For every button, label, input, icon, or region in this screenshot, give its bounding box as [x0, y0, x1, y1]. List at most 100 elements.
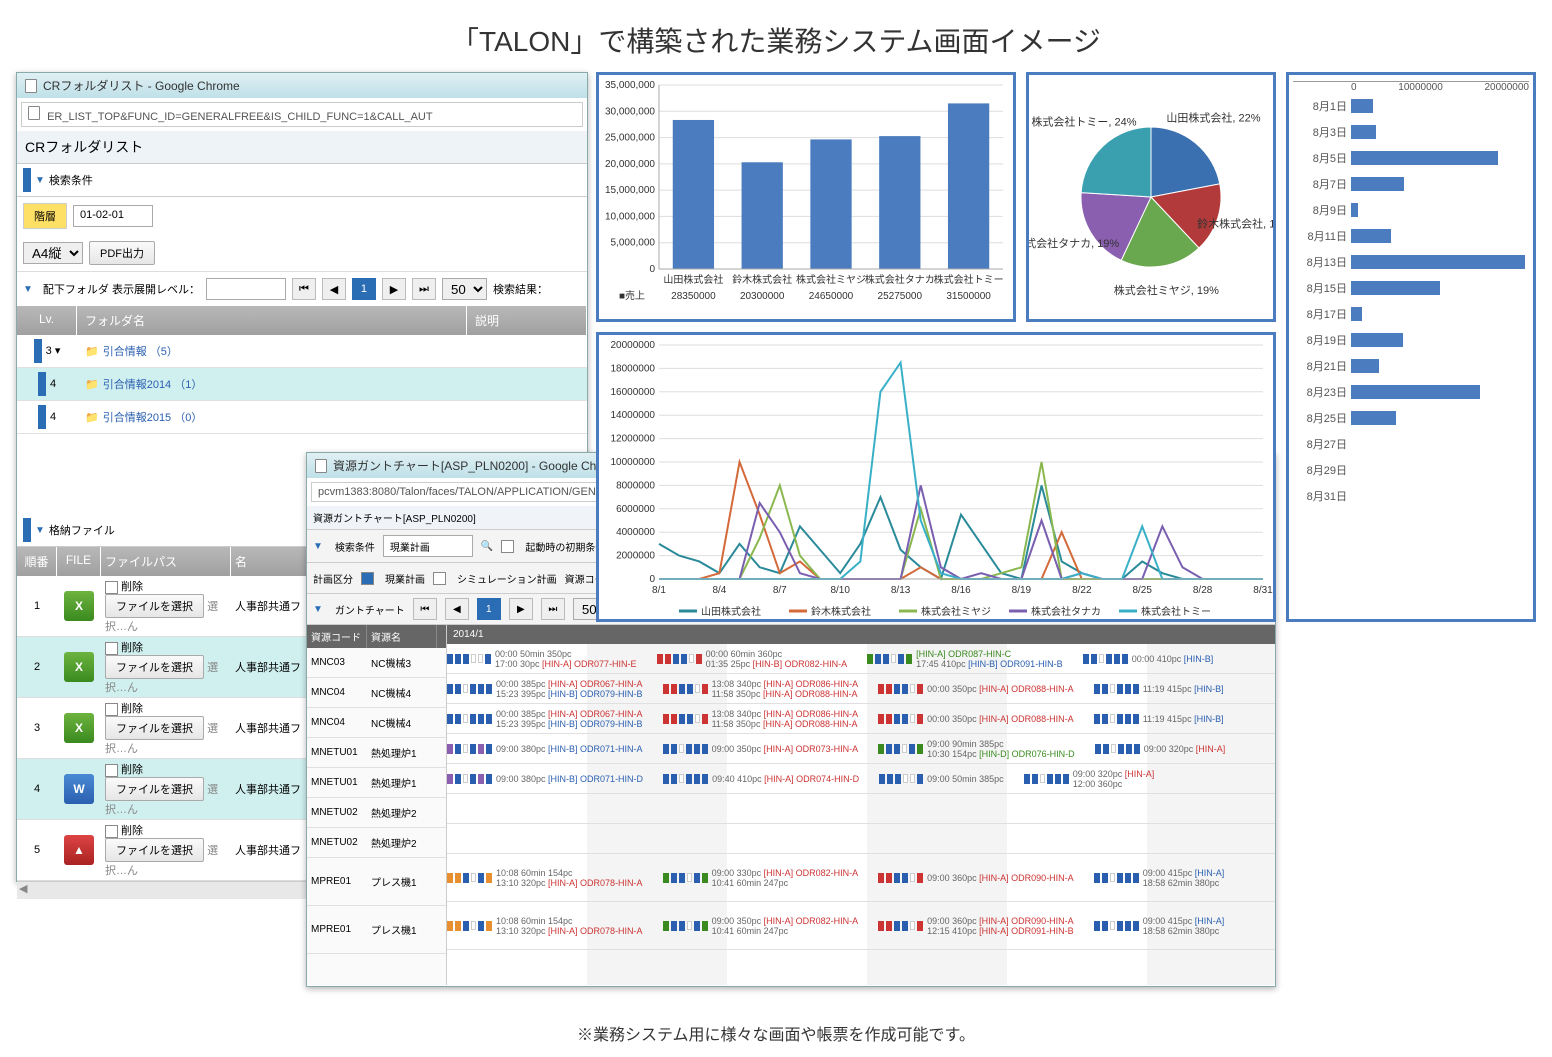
svg-text:8/4: 8/4: [712, 585, 726, 596]
doc-icon[interactable]: W: [64, 774, 94, 804]
page-icon: [25, 79, 37, 93]
svg-text:株式会社タナカ: 株式会社タナカ: [1031, 605, 1101, 618]
hbar-row: 8月11日: [1293, 223, 1529, 249]
gantt-lane[interactable]: 10:08 60min 154pc13:10 320pc [HIN-A] ODR…: [447, 854, 1275, 902]
svg-text:8/10: 8/10: [830, 585, 850, 596]
gantt-left-pane: 資源コード 資源名 MNC03NC機械3MNC04NC機械4MNC04NC機械4…: [307, 625, 447, 985]
gantt-date-header: 2014/1: [447, 625, 1275, 644]
svg-text:4000000: 4000000: [616, 527, 655, 538]
gantt-resource-row: MPRE01プレス機1: [307, 858, 446, 906]
search-icon[interactable]: 🔍: [481, 541, 493, 552]
svg-text:株式会社トミー, 24%: 株式会社トミー, 24%: [1031, 115, 1136, 129]
pager-next[interactable]: ▶: [509, 598, 533, 620]
choose-file-button[interactable]: ファイルを選択: [105, 655, 204, 679]
svg-text:8/7: 8/7: [773, 585, 787, 596]
line-chart: 0200000040000006000000800000010000000120…: [599, 335, 1273, 619]
pager-last[interactable]: ⏭: [412, 278, 436, 300]
delete-checkbox[interactable]: [105, 642, 118, 655]
gantt-lane[interactable]: 00:00 50min 350pc17:00 30pc [HIN-A] ODR0…: [447, 644, 1275, 674]
gantt-resource-row: MNETU01熱処理炉1: [307, 768, 446, 798]
delete-checkbox[interactable]: [105, 703, 118, 716]
blue-marker: [23, 168, 31, 192]
svg-text:31500000: 31500000: [946, 291, 991, 302]
pager-prev[interactable]: ◀: [322, 278, 346, 300]
line-chart-panel: 0200000040000006000000800000010000000120…: [596, 332, 1276, 622]
hbar-row: 8月29日: [1293, 457, 1529, 483]
url-icon: [28, 106, 40, 120]
hbar-row: 8月25日: [1293, 405, 1529, 431]
gantt-lane[interactable]: 00:00 385pc [HIN-A] ODR067-HIN-A15:23 39…: [447, 674, 1275, 704]
col-name: フォルダ名: [77, 306, 467, 335]
pager-last[interactable]: ⏭: [541, 598, 565, 620]
paper-select[interactable]: A4縦: [23, 242, 83, 264]
search-label: 検索条件: [49, 172, 93, 188]
pdf-icon[interactable]: ▲: [64, 835, 94, 865]
url-text: pcvm1383:8080/Talon/faces/TALON/APPLICAT…: [318, 486, 631, 498]
gantt-lane[interactable]: 09:00 380pc [HIN-B] ODR071-HIN-A 09:00 3…: [447, 734, 1275, 764]
hbar-row: 8月21日: [1293, 353, 1529, 379]
svg-text:株式会社トミー: 株式会社トミー: [934, 273, 1004, 286]
file-section-label: 格納ファイル: [49, 522, 115, 538]
delete-checkbox[interactable]: [105, 764, 118, 777]
level-input[interactable]: 01-02-01: [73, 205, 153, 227]
svg-text:8000000: 8000000: [616, 480, 655, 491]
gantt-resource-row: MNC03NC機械3: [307, 648, 446, 678]
xls-icon[interactable]: X: [64, 652, 94, 682]
pager-first[interactable]: ⏮: [413, 598, 437, 620]
pager-prev[interactable]: ◀: [445, 598, 469, 620]
xls-icon[interactable]: X: [64, 591, 94, 621]
plan-chk2-label: シミュレーション計画: [457, 571, 557, 586]
pdf-button[interactable]: PDF出力: [89, 241, 155, 265]
startup-checkbox[interactable]: [501, 540, 514, 553]
gantt-lane[interactable]: [447, 824, 1275, 854]
folder-row[interactable]: 4 📁引合情報2014 （1）: [17, 368, 587, 401]
svg-text:山田株式会社: 山田株式会社: [701, 605, 761, 618]
choose-file-button[interactable]: ファイルを選択: [105, 838, 204, 862]
search-input[interactable]: 現業計画: [383, 535, 473, 557]
hbar-row: 8月19日: [1293, 327, 1529, 353]
chevron-down-icon: ▼: [313, 541, 323, 552]
search-label: 検索条件: [335, 539, 375, 554]
col-idx: 順番: [17, 547, 57, 576]
plan-chk1[interactable]: [361, 572, 374, 585]
gantt-resource-row: MPRE01プレス機1: [307, 906, 446, 954]
pager-first[interactable]: ⏮: [292, 278, 316, 300]
choose-file-button[interactable]: ファイルを選択: [105, 777, 204, 801]
col-res-name: 資源名: [367, 625, 437, 648]
svg-text:鈴木株式会社: 鈴木株式会社: [732, 273, 792, 286]
search-bar[interactable]: ▼ 検索条件: [17, 164, 587, 197]
svg-text:株式会社トミー: 株式会社トミー: [1141, 605, 1211, 618]
chevron-down-icon: ▼: [35, 525, 45, 536]
page-size-select[interactable]: 50: [442, 278, 487, 300]
chrome-url[interactable]: ER_LIST_TOP&FUNC_ID=GENERALFREE&IS_CHILD…: [21, 102, 583, 127]
plan-chk1-label: 現業計画: [385, 571, 425, 586]
choose-file-button[interactable]: ファイルを選択: [105, 594, 204, 618]
folder-row[interactable]: 4 📁引合情報2015 （0）: [17, 401, 587, 434]
gantt-lane[interactable]: [447, 794, 1275, 824]
gantt-resource-row: MNETU01熱処理炉1: [307, 738, 446, 768]
gantt-right-pane[interactable]: 2014/1 00:00 50min 350pc17:00 30pc [HIN-…: [447, 625, 1275, 985]
svg-text:0: 0: [649, 574, 655, 585]
choose-file-button[interactable]: ファイルを選択: [105, 716, 204, 740]
svg-text:8/31: 8/31: [1253, 585, 1273, 596]
delete-checkbox[interactable]: [105, 581, 118, 594]
svg-text:24650000: 24650000: [809, 291, 854, 302]
svg-text:8/25: 8/25: [1132, 585, 1152, 596]
plan-chk2[interactable]: [433, 572, 446, 585]
expand-input[interactable]: [206, 278, 286, 300]
gantt-lane[interactable]: 10:08 60min 154pc13:10 320pc [HIN-A] ODR…: [447, 902, 1275, 950]
delete-checkbox[interactable]: [105, 825, 118, 838]
svg-text:8/1: 8/1: [652, 585, 666, 596]
svg-text:山田株式会社, 22%: 山田株式会社, 22%: [1166, 110, 1260, 124]
svg-text:鈴木株式会社: 鈴木株式会社: [811, 605, 871, 618]
svg-text:14000000: 14000000: [611, 410, 656, 421]
xls-icon[interactable]: X: [64, 713, 94, 743]
folder-row[interactable]: 3 ▾ 📁引合情報 （5）: [17, 335, 587, 368]
gantt-resource-row: MNC04NC機械4: [307, 708, 446, 738]
scroll-left-icon[interactable]: ◀: [19, 882, 27, 895]
expand-label: 配下フォルダ 表示展開レベル：: [43, 281, 200, 297]
chevron-down-icon: ▼: [23, 284, 33, 295]
gantt-lane[interactable]: 00:00 385pc [HIN-A] ODR067-HIN-A15:23 39…: [447, 704, 1275, 734]
gantt-lane[interactable]: 09:00 380pc [HIN-B] ODR071-HIN-D 09:40 4…: [447, 764, 1275, 794]
pager-next[interactable]: ▶: [382, 278, 406, 300]
